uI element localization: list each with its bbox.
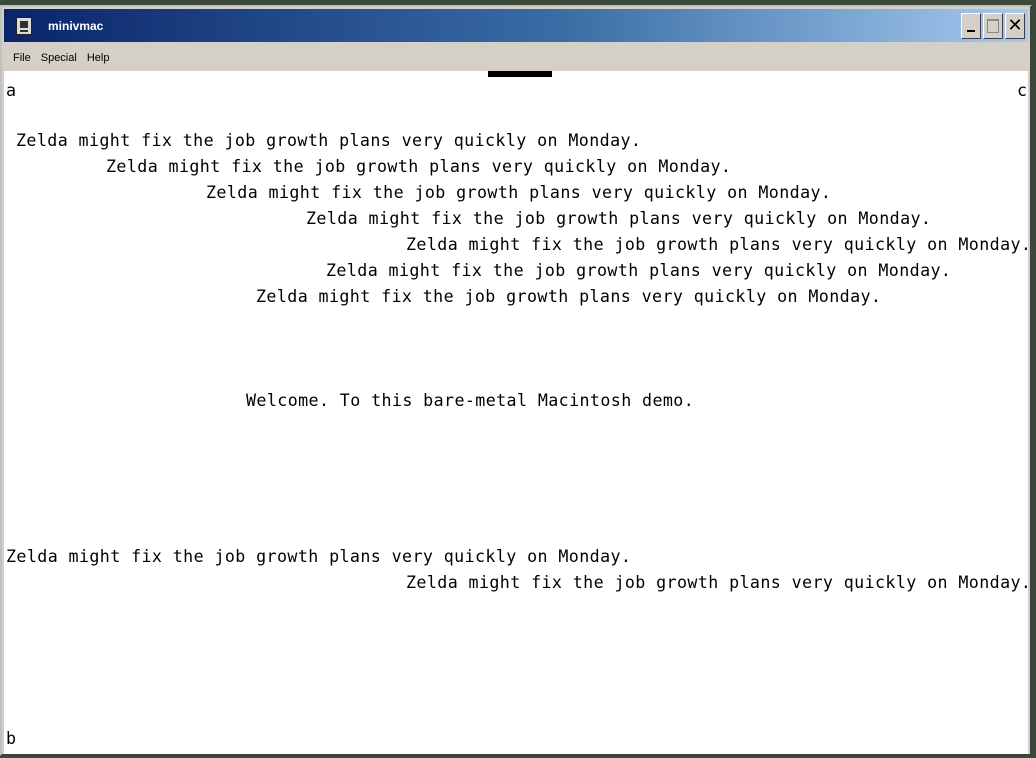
close-button[interactable]: ✕	[1005, 13, 1025, 39]
corner-label-b: b	[6, 729, 17, 749]
pangram-bottom-line-1: Zelda might fix the job growth plans ver…	[6, 547, 632, 567]
menu-file[interactable]: File	[8, 52, 36, 64]
minimize-button[interactable]	[961, 13, 981, 39]
pangram-line-2: Zelda might fix the job growth plans ver…	[106, 157, 732, 177]
corner-label-a: a	[6, 81, 17, 101]
screen-top-marker	[488, 71, 552, 77]
menu-help[interactable]: Help	[82, 52, 115, 64]
title-bar[interactable]: minivmac ✕	[4, 9, 1028, 42]
pangram-line-5: Zelda might fix the job growth plans ver…	[406, 235, 1028, 255]
pangram-line-1: Zelda might fix the job growth plans ver…	[16, 131, 642, 151]
pangram-bottom-line-2: Zelda might fix the job growth plans ver…	[406, 573, 1028, 593]
macintosh-app-icon[interactable]	[16, 16, 32, 35]
pangram-line-6: Zelda might fix the job growth plans ver…	[326, 261, 952, 281]
emulator-window: minivmac ✕ File Special Help a c Zelda m…	[0, 5, 1032, 756]
pangram-line-3: Zelda might fix the job growth plans ver…	[206, 183, 832, 203]
pangram-line-7: Zelda might fix the job growth plans ver…	[256, 287, 882, 307]
window-controls: ✕	[961, 13, 1025, 39]
menu-bar: File Special Help	[4, 46, 1028, 70]
maximize-button[interactable]	[983, 13, 1003, 39]
pangram-line-4: Zelda might fix the job growth plans ver…	[306, 209, 932, 229]
emulated-screen[interactable]: a c Zelda might fix the job growth plans…	[4, 71, 1028, 754]
welcome-message: Welcome. To this bare-metal Macintosh de…	[246, 391, 695, 411]
corner-label-c: c	[1017, 81, 1028, 101]
menu-special[interactable]: Special	[36, 52, 82, 64]
window-title: minivmac	[48, 18, 104, 33]
